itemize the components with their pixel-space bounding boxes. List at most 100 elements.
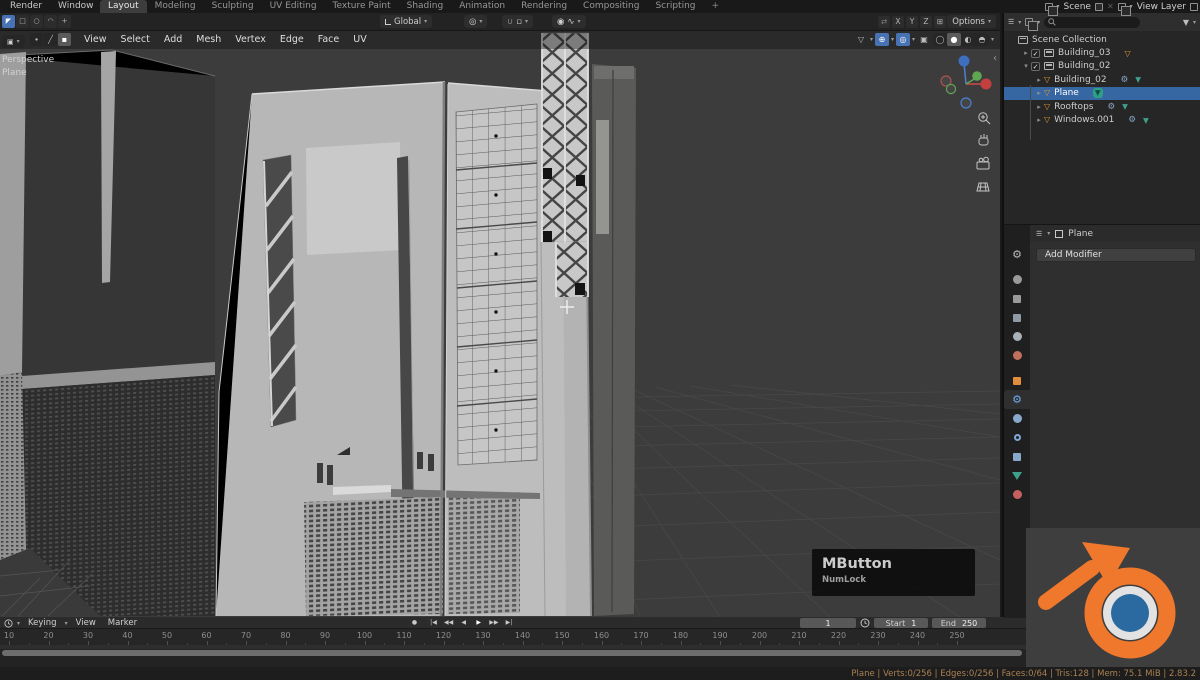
mode-selector-dropdown[interactable]: ▣ ▾: [2, 33, 25, 48]
delete-scene-icon[interactable]: ✕: [1107, 2, 1114, 11]
shading-material-icon[interactable]: ◐: [961, 33, 975, 46]
add-modifier-button[interactable]: Add Modifier: [1036, 248, 1196, 262]
tab-object-data[interactable]: [1004, 466, 1030, 485]
auto-keying-button[interactable]: ●: [408, 618, 421, 628]
mesh-data-icon[interactable]: ▼: [1135, 75, 1141, 84]
tab-tool[interactable]: ⚙: [1004, 245, 1030, 264]
shading-rendered-icon[interactable]: ◓: [975, 33, 989, 46]
menu-window[interactable]: Window: [52, 0, 100, 13]
tab-particles[interactable]: [1004, 409, 1030, 428]
search-input[interactable]: [1044, 17, 1140, 28]
workspace-tab-sculpting[interactable]: Sculpting: [204, 0, 262, 13]
workspace-tab-uv-editing[interactable]: UV Editing: [262, 0, 325, 13]
mesh-data-icon[interactable]: ▼: [1143, 116, 1149, 125]
jump-to-start-button[interactable]: |◀: [427, 618, 440, 628]
jump-to-end-button[interactable]: ▶|: [502, 618, 515, 628]
viewport-menu-vertex[interactable]: Vertex: [229, 31, 272, 49]
tweak-tool[interactable]: ◤: [2, 15, 15, 28]
proportional-editing-icon[interactable]: ◉: [557, 17, 564, 27]
shading-wireframe-icon[interactable]: ◯: [933, 33, 947, 46]
tab-world[interactable]: [1004, 346, 1030, 365]
checkbox-icon[interactable]: ✓: [1031, 49, 1040, 58]
proportional-edit-controls[interactable]: ◉ ∿ ▾: [552, 13, 586, 28]
object-visibility-filter-icon[interactable]: ▽: [854, 33, 868, 46]
outliner-row-windows-001[interactable]: ▸▽Windows.001⚙▼: [1004, 113, 1200, 126]
timeline-menu-view[interactable]: View: [72, 618, 100, 628]
filter-funnel-icon[interactable]: ▼: [1183, 18, 1189, 27]
gizmo-z-axis[interactable]: [959, 56, 970, 67]
modifier-wrench-icon[interactable]: ⚙: [1107, 102, 1115, 112]
expand-icon[interactable]: ▸: [1034, 116, 1044, 124]
timeline-menu-keying[interactable]: Keying: [24, 618, 61, 628]
gizmo-y-axis[interactable]: [972, 71, 982, 81]
edge-select-mode[interactable]: ╱: [44, 33, 57, 46]
snap-controls[interactable]: ∪ ▫ ▾: [502, 13, 533, 28]
cursor-tool[interactable]: +: [58, 15, 71, 28]
scene-name[interactable]: Scene: [1064, 2, 1091, 12]
timeline-menu-marker[interactable]: Marker: [104, 618, 141, 628]
viewport-menu-select[interactable]: Select: [115, 31, 156, 49]
scrollbar-thumb[interactable]: [2, 650, 1022, 656]
expand-icon[interactable]: ▸: [1034, 103, 1044, 111]
start-frame-field[interactable]: Start1: [874, 618, 928, 628]
tab-scene[interactable]: [1004, 327, 1030, 346]
expand-icon[interactable]: ▾: [1021, 62, 1031, 70]
mirror-y-toggle[interactable]: Y: [906, 16, 918, 28]
current-frame-field[interactable]: 1: [800, 618, 856, 628]
workspace-tab-rendering[interactable]: Rendering: [513, 0, 575, 13]
mirror-x-toggle[interactable]: X: [892, 16, 904, 28]
editor-type-icon[interactable]: ☰: [1036, 230, 1042, 238]
modifier-wrench-icon[interactable]: ⚙: [1121, 75, 1129, 85]
display-mode-icon[interactable]: ☰: [1008, 18, 1014, 26]
viewport-menu-face[interactable]: Face: [312, 31, 345, 49]
clock-icon[interactable]: [860, 618, 870, 628]
filter-type-icon[interactable]: [1025, 18, 1033, 26]
snap-grid-icon[interactable]: ⊞: [934, 16, 946, 28]
view-layer-name[interactable]: View Layer: [1137, 2, 1186, 12]
mesh-data-icon[interactable]: ▼: [1122, 102, 1128, 111]
outliner-row-building-02[interactable]: ▾✓Building_02: [1004, 60, 1200, 73]
new-scene-icon[interactable]: [1095, 3, 1103, 11]
overlays-toggle-icon[interactable]: ◎: [896, 33, 910, 46]
viewport-menu-mesh[interactable]: Mesh: [190, 31, 227, 49]
mirror-z-toggle[interactable]: Z: [920, 16, 932, 28]
clock-icon[interactable]: [4, 619, 13, 628]
workspace-tab-scripting[interactable]: Scripting: [647, 0, 703, 13]
tab-object[interactable]: [1004, 371, 1030, 390]
menu-render[interactable]: Render: [4, 0, 48, 13]
checkbox-icon[interactable]: ✓: [1031, 62, 1040, 71]
select-lasso-tool[interactable]: ◠: [44, 15, 57, 28]
viewport-menu-edge[interactable]: Edge: [274, 31, 310, 49]
workspace-tab-layout[interactable]: Layout: [100, 0, 147, 13]
options-dropdown[interactable]: Options ▾: [947, 13, 996, 28]
expand-icon[interactable]: ▸: [1034, 76, 1044, 84]
vertex-select-mode[interactable]: ∙: [30, 33, 43, 46]
expand-icon[interactable]: ▸: [1021, 49, 1031, 57]
viewport-menu-uv[interactable]: UV: [347, 31, 372, 49]
workspace-tab-compositing[interactable]: Compositing: [575, 0, 647, 13]
modifier-wrench-icon[interactable]: ⚙: [1128, 115, 1136, 125]
gizmo-x-axis[interactable]: [981, 79, 992, 90]
workspace-tab-modeling[interactable]: Modeling: [147, 0, 204, 13]
transform-orientation-dropdown[interactable]: Global ▾: [380, 13, 432, 28]
outliner-row-building-02[interactable]: ▸▽Building_02⚙▼: [1004, 73, 1200, 86]
tab-physics[interactable]: [1004, 428, 1030, 447]
editor-chevron-icon[interactable]: ▾: [17, 620, 20, 627]
face-select-mode[interactable]: ▪: [58, 33, 71, 46]
viewport-canvas[interactable]: ‹: [0, 31, 1000, 617]
prev-keyframe-button[interactable]: ◀◀: [442, 618, 455, 628]
outliner-row-scene-collection[interactable]: Scene Collection: [1004, 33, 1200, 46]
workspace-tab-animation[interactable]: Animation: [451, 0, 513, 13]
sidebar-toggle-icon[interactable]: ‹: [993, 53, 997, 64]
tab-modifiers[interactable]: ⚙: [1004, 390, 1030, 409]
magnet-icon[interactable]: ∪: [507, 17, 513, 27]
gizmos-toggle-icon[interactable]: ⊕: [875, 33, 889, 46]
pivot-point-dropdown[interactable]: ◎ ▾: [464, 13, 487, 28]
select-box-tool[interactable]: □: [16, 15, 29, 28]
play-reverse-button[interactable]: ◀: [457, 618, 470, 628]
end-frame-field[interactable]: End250: [932, 618, 986, 628]
timeline-ruler[interactable]: 1020304050607080901001101201301401501601…: [0, 629, 1200, 645]
add-workspace-button[interactable]: +: [704, 0, 728, 13]
xray-toggle-icon[interactable]: ▣: [917, 33, 931, 46]
tab-view-layer[interactable]: [1004, 308, 1030, 327]
